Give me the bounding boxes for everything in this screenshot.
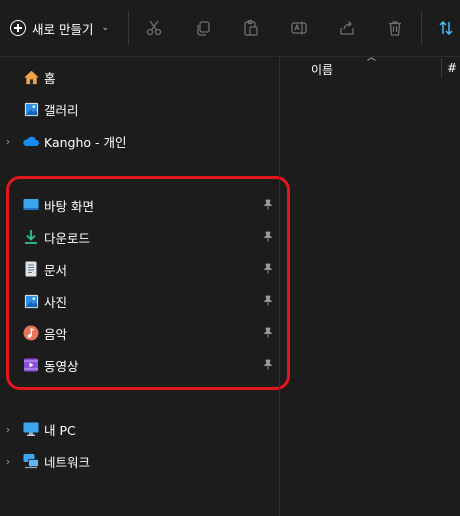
copy-icon bbox=[197, 21, 210, 36]
sort-ascending-icon: ︿ bbox=[367, 53, 377, 63]
toolbar-divider bbox=[421, 12, 422, 44]
paste-button[interactable] bbox=[241, 18, 261, 38]
column-header-hash[interactable]: # bbox=[447, 61, 457, 75]
nav-item-onedrive[interactable]: › Kangho - 개인 bbox=[0, 129, 279, 153]
rename-button[interactable] bbox=[289, 18, 309, 38]
sort-button[interactable] bbox=[436, 18, 456, 38]
gallery-icon bbox=[22, 100, 40, 118]
rename-icon bbox=[291, 21, 307, 35]
nav-item-label: 갤러리 bbox=[44, 102, 79, 118]
delete-icon bbox=[389, 21, 401, 36]
pane-divider[interactable] bbox=[279, 57, 280, 516]
cut-button[interactable] bbox=[144, 18, 164, 38]
new-button-label: 새로 만들기 bbox=[32, 21, 94, 37]
sort-icon bbox=[439, 21, 453, 35]
nav-item-this-pc[interactable]: › 내 PC bbox=[0, 417, 279, 441]
column-header-name[interactable]: 이름 bbox=[311, 61, 333, 78]
this-pc-icon bbox=[22, 420, 40, 438]
command-bar: 새로 만들기 ⌄ bbox=[0, 0, 460, 57]
nav-item-label: 네트워크 bbox=[44, 454, 91, 470]
chevron-down-icon: ⌄ bbox=[101, 23, 110, 33]
cut-icon bbox=[146, 20, 162, 36]
chevron-right-icon[interactable]: › bbox=[3, 135, 13, 148]
column-divider[interactable] bbox=[441, 58, 442, 78]
chevron-right-icon[interactable]: › bbox=[3, 455, 13, 468]
nav-item-home[interactable]: 홈 bbox=[0, 65, 279, 89]
network-icon bbox=[22, 452, 40, 470]
delete-button[interactable] bbox=[385, 18, 405, 38]
nav-item-network[interactable]: › 네트워크 bbox=[0, 449, 279, 473]
nav-item-label: 내 PC bbox=[44, 422, 76, 438]
home-icon bbox=[22, 68, 40, 86]
new-button[interactable]: 새로 만들기 ⌄ bbox=[6, 14, 113, 42]
nav-item-label: 홈 bbox=[44, 70, 56, 86]
quick-access-highlight bbox=[6, 176, 290, 390]
share-button[interactable] bbox=[337, 18, 357, 38]
plus-circle-icon bbox=[10, 20, 26, 36]
copy-button[interactable] bbox=[193, 18, 213, 38]
nav-item-label: Kangho - 개인 bbox=[44, 134, 127, 150]
chevron-right-icon[interactable]: › bbox=[3, 423, 13, 436]
nav-item-gallery[interactable]: 갤러리 bbox=[0, 97, 279, 121]
paste-icon bbox=[244, 19, 258, 36]
share-icon bbox=[340, 21, 354, 35]
toolbar-divider bbox=[128, 12, 129, 44]
onedrive-icon bbox=[22, 132, 40, 150]
